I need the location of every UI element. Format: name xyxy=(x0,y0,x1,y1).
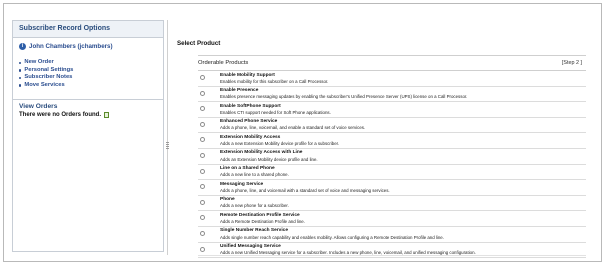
product-description: Enables presence messaging updates by en… xyxy=(220,94,468,100)
pane-splitter[interactable] xyxy=(167,20,168,255)
product-description: Adds a phone, line, voicemail, and enabl… xyxy=(220,125,366,131)
no-orders-message: There were no Orders found. xyxy=(13,110,163,118)
product-name: Line on a Shared Phone xyxy=(220,166,275,172)
product-description: Adds a new Extension Mobility device pro… xyxy=(220,140,340,146)
product-row[interactable]: Extension Mobility Access Adds a new Exte… xyxy=(198,133,586,149)
bullet-icon xyxy=(19,84,22,87)
product-description: Adds single number reach capability and … xyxy=(220,234,444,240)
product-row[interactable]: Phone Adds a new phone for a subscriber. xyxy=(198,196,586,212)
product-description: Adds an Extension Mobility device profil… xyxy=(220,156,318,162)
orderable-products-panel: Orderable Products [Step 2 ] Enable Mobi… xyxy=(198,55,586,259)
product-name: Messaging Service xyxy=(220,181,264,187)
action-move-services[interactable]: Move Services xyxy=(19,82,73,90)
product-radio[interactable] xyxy=(200,199,205,205)
product-radio[interactable] xyxy=(200,246,205,252)
product-name: Phone xyxy=(220,197,235,203)
product-name: Enhanced Phone Service xyxy=(220,119,278,125)
product-row[interactable]: Extension Mobility Access with Line Adds … xyxy=(198,149,586,165)
product-row[interactable]: Enable Presence Enables presence messagin… xyxy=(198,87,586,103)
action-new-order[interactable]: New Order xyxy=(19,59,73,67)
product-description: Adds a new line to a shared phone. xyxy=(220,172,289,178)
subscriber-user-name[interactable]: John Chambers (jchambers) xyxy=(29,43,113,50)
product-name: Enable Mobility Support xyxy=(220,72,275,78)
subscriber-options-panel: Subscriber Record Options i John Chamber… xyxy=(12,20,164,252)
document-icon[interactable] xyxy=(104,112,110,118)
product-description: Enables mobility for this subscriber on … xyxy=(220,78,329,84)
view-orders-title: View Orders xyxy=(19,103,58,110)
product-radio[interactable] xyxy=(200,106,205,112)
panel-bottom-divider xyxy=(198,255,586,256)
subscriber-actions-list: New Order Personal Settings Subscriber N… xyxy=(19,59,73,89)
bullet-icon xyxy=(19,69,22,72)
product-row[interactable]: Enable Mobility Support Enables mobility … xyxy=(198,71,586,87)
product-name: Remote Destination Profile Service xyxy=(220,212,300,218)
product-radio[interactable] xyxy=(200,137,205,143)
product-description: Enables CTI support needed for Soft Phon… xyxy=(220,109,331,115)
action-personal-settings[interactable]: Personal Settings xyxy=(19,67,73,75)
action-subscriber-notes[interactable]: Subscriber Notes xyxy=(19,74,73,82)
step-indicator: [Step 2 ] xyxy=(561,60,582,66)
view-orders-section: View Orders There were no Orders found. xyxy=(13,99,163,118)
product-list: Enable Mobility Support Enables mobility … xyxy=(198,71,586,259)
product-radio[interactable] xyxy=(200,184,205,190)
panel-label: Orderable Products xyxy=(198,60,249,66)
product-row[interactable]: Remote Destination Profile Service Adds a… xyxy=(198,211,586,227)
product-name: Enable Presence xyxy=(220,88,259,94)
product-description: Adds a phone, line, and voicemail with a… xyxy=(220,187,390,193)
info-icon: i xyxy=(19,43,26,50)
sidebar-title: Subscriber Record Options xyxy=(13,21,163,38)
panel-header: Orderable Products [Step 2 ] xyxy=(198,56,586,71)
product-radio[interactable] xyxy=(200,90,205,96)
product-row[interactable]: Enhanced Phone Service Adds a phone, line… xyxy=(198,118,586,134)
bullet-icon xyxy=(19,76,22,80)
subscriber-user-link[interactable]: i John Chambers (jchambers) xyxy=(19,43,113,50)
splitter-grip-icon[interactable] xyxy=(166,142,169,150)
product-description: Adds a Remote Destination Profile and li… xyxy=(220,218,305,224)
product-description: Adds a new phone for a subscriber. xyxy=(220,203,289,209)
product-row[interactable]: Enable SoftPhone Support Enables CTI supp… xyxy=(198,102,586,118)
page-title: Select Product xyxy=(177,40,221,47)
product-row[interactable]: Messaging Service Adds a phone, line, and… xyxy=(198,180,586,196)
product-name: Single Number Reach Service xyxy=(220,228,288,234)
product-radio[interactable] xyxy=(200,121,205,127)
product-name: Extension Mobility Access xyxy=(220,134,281,140)
product-name: Extension Mobility Access with Line xyxy=(220,150,303,156)
product-radio[interactable] xyxy=(200,215,205,221)
product-radio[interactable] xyxy=(200,152,205,158)
product-radio[interactable] xyxy=(200,75,205,80)
bullet-icon xyxy=(19,61,22,64)
product-name: Unified Messaging Service xyxy=(220,244,281,250)
product-radio[interactable] xyxy=(200,230,205,236)
product-name: Enable SoftPhone Support xyxy=(220,103,281,109)
product-radio[interactable] xyxy=(200,168,205,174)
product-row[interactable]: Line on a Shared Phone Adds a new line to… xyxy=(198,165,586,181)
product-row[interactable]: Single Number Reach Service Adds single n… xyxy=(198,227,586,243)
